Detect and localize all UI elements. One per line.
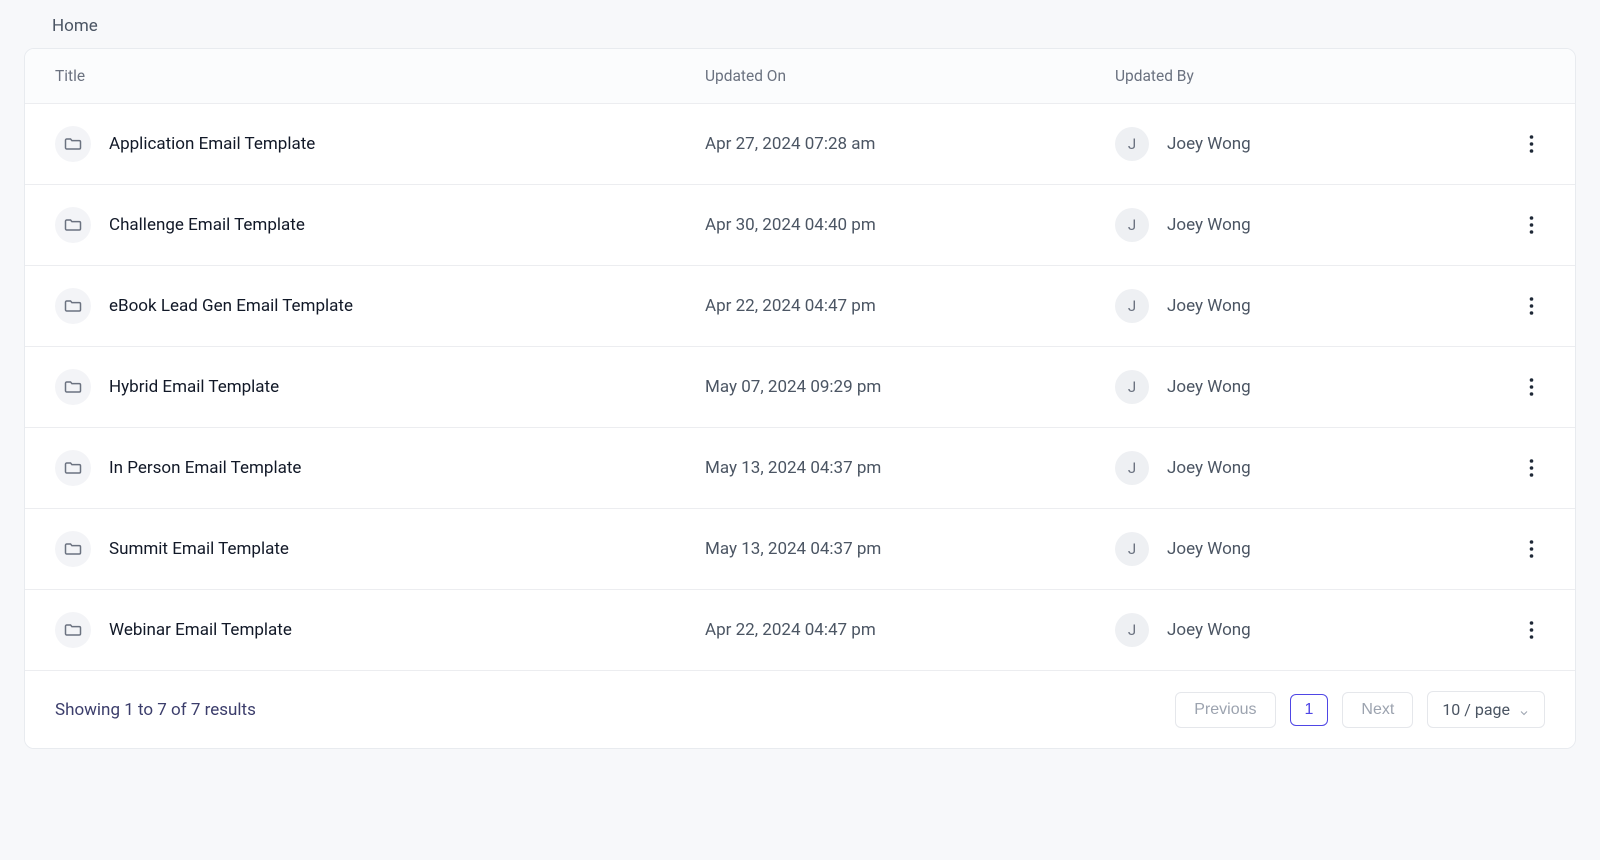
row-updated-by: Joey Wong xyxy=(1167,296,1251,316)
table-row[interactable]: Webinar Email Template Apr 22, 2024 04:4… xyxy=(25,590,1575,671)
table-row[interactable]: eBook Lead Gen Email Template Apr 22, 20… xyxy=(25,266,1575,347)
row-title: eBook Lead Gen Email Template xyxy=(109,296,353,316)
row-actions-menu[interactable] xyxy=(1517,454,1545,482)
row-actions-menu[interactable] xyxy=(1517,535,1545,563)
row-title: In Person Email Template xyxy=(109,458,301,478)
avatar: J xyxy=(1115,451,1149,485)
row-title: Application Email Template xyxy=(109,134,315,154)
folder-icon xyxy=(55,126,91,162)
avatar: J xyxy=(1115,127,1149,161)
row-actions-menu[interactable] xyxy=(1517,616,1545,644)
folder-icon xyxy=(55,369,91,405)
folder-icon xyxy=(55,288,91,324)
breadcrumb: Home xyxy=(24,0,1576,48)
table-footer: Showing 1 to 7 of 7 results Previous 1 N… xyxy=(25,671,1575,748)
row-actions-menu[interactable] xyxy=(1517,373,1545,401)
row-title: Challenge Email Template xyxy=(109,215,305,235)
row-updated-by: Joey Wong xyxy=(1167,215,1251,235)
row-updated-on: May 13, 2024 04:37 pm xyxy=(705,458,1115,478)
chevron-down-icon xyxy=(1518,704,1530,716)
column-header-updated-by[interactable]: Updated By xyxy=(1115,67,1495,85)
folder-icon xyxy=(55,207,91,243)
page-size-label: 10 / page xyxy=(1442,700,1510,719)
row-updated-by: Joey Wong xyxy=(1167,458,1251,478)
page-number-1[interactable]: 1 xyxy=(1290,694,1329,726)
row-title: Webinar Email Template xyxy=(109,620,292,640)
avatar: J xyxy=(1115,208,1149,242)
row-actions-menu[interactable] xyxy=(1517,130,1545,158)
table-header: Title Updated On Updated By xyxy=(25,49,1575,104)
folder-icon xyxy=(55,450,91,486)
column-header-updated-on[interactable]: Updated On xyxy=(705,67,1115,85)
row-actions-menu[interactable] xyxy=(1517,211,1545,239)
row-updated-by: Joey Wong xyxy=(1167,377,1251,397)
row-title: Hybrid Email Template xyxy=(109,377,279,397)
table-row[interactable]: Application Email Template Apr 27, 2024 … xyxy=(25,104,1575,185)
table-row[interactable]: Hybrid Email Template May 07, 2024 09:29… xyxy=(25,347,1575,428)
breadcrumb-home-link[interactable]: Home xyxy=(52,16,98,36)
row-title: Summit Email Template xyxy=(109,539,289,559)
table-row[interactable]: Summit Email Template May 13, 2024 04:37… xyxy=(25,509,1575,590)
row-updated-on: May 13, 2024 04:37 pm xyxy=(705,539,1115,559)
previous-page-button[interactable]: Previous xyxy=(1175,692,1275,728)
column-header-title[interactable]: Title xyxy=(55,67,705,85)
table-row[interactable]: In Person Email Template May 13, 2024 04… xyxy=(25,428,1575,509)
avatar: J xyxy=(1115,532,1149,566)
table-row[interactable]: Challenge Email Template Apr 30, 2024 04… xyxy=(25,185,1575,266)
avatar: J xyxy=(1115,289,1149,323)
results-summary: Showing 1 to 7 of 7 results xyxy=(55,700,256,720)
folder-icon xyxy=(55,531,91,567)
row-updated-on: Apr 30, 2024 04:40 pm xyxy=(705,215,1115,235)
row-updated-on: May 07, 2024 09:29 pm xyxy=(705,377,1115,397)
avatar: J xyxy=(1115,370,1149,404)
folder-icon xyxy=(55,612,91,648)
row-updated-by: Joey Wong xyxy=(1167,620,1251,640)
row-updated-on: Apr 22, 2024 04:47 pm xyxy=(705,296,1115,316)
row-updated-on: Apr 22, 2024 04:47 pm xyxy=(705,620,1115,640)
row-updated-by: Joey Wong xyxy=(1167,539,1251,559)
next-page-button[interactable]: Next xyxy=(1342,692,1413,728)
templates-card: Title Updated On Updated By Application … xyxy=(24,48,1576,749)
row-updated-by: Joey Wong xyxy=(1167,134,1251,154)
avatar: J xyxy=(1115,613,1149,647)
row-updated-on: Apr 27, 2024 07:28 am xyxy=(705,134,1115,154)
row-actions-menu[interactable] xyxy=(1517,292,1545,320)
page-size-select[interactable]: 10 / page xyxy=(1427,691,1545,728)
